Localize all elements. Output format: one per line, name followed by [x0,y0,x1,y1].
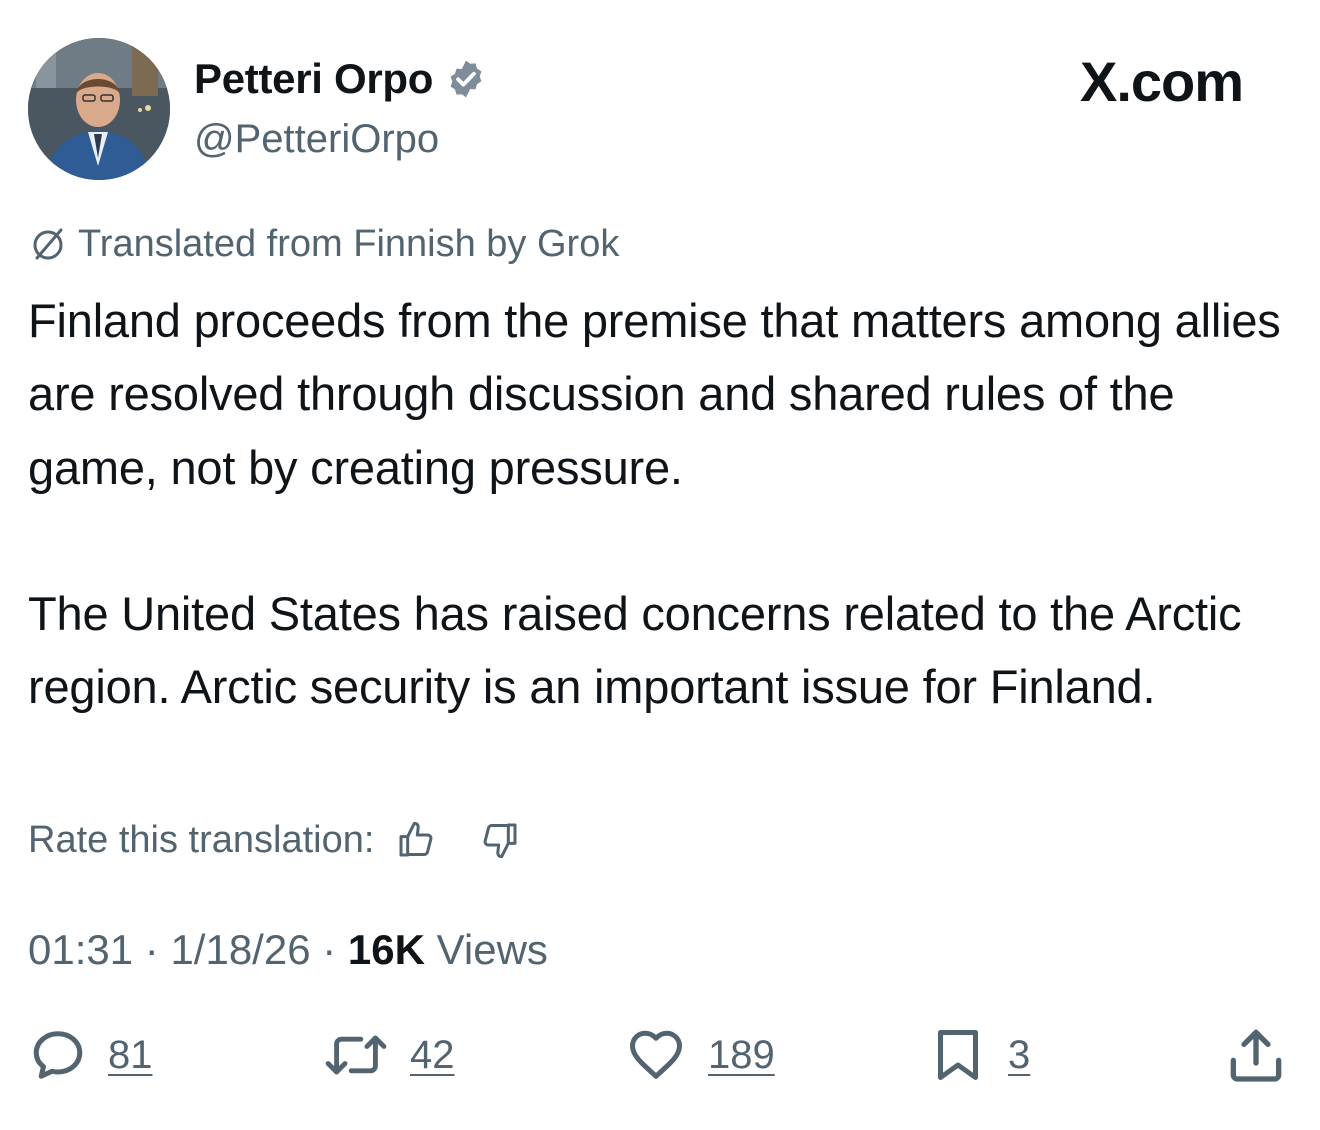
thumbs-down-icon [483,823,517,859]
post-text: Finland proceeds from the premise that m… [28,284,1288,724]
views-label: Views [436,926,548,973]
avatar-photo [28,38,170,180]
like-button[interactable]: 189 [624,1022,775,1088]
grok-icon [33,228,63,260]
bookmark-count[interactable]: 3 [1008,1030,1030,1080]
bookmark-icon [938,1030,978,1080]
like-icon [630,1030,682,1079]
user-handle[interactable]: @PetteriOrpo [194,114,439,164]
post-paragraph-1: Finland proceeds from the premise that m… [28,294,1294,494]
post-paragraph-2: The United States has raised concerns re… [28,587,1255,714]
views-count: 16K [347,926,425,973]
thumbs-up-icon [399,821,433,857]
thumbs-down-button[interactable] [478,818,522,862]
display-name[interactable]: Petteri Orpo [194,52,433,106]
rate-translation-row: Rate this translation: [28,812,522,868]
post-date[interactable]: 1/18/26 [170,926,310,973]
thumbs-up-button[interactable] [394,818,438,862]
bookmark-button[interactable]: 3 [928,1022,1030,1088]
display-name-row[interactable]: Petteri Orpo [194,52,487,106]
repost-icon [325,1035,387,1075]
translation-notice-text: Translated from Finnish by Grok [78,223,620,265]
rate-translation-label: Rate this translation: [28,819,375,861]
like-count[interactable]: 189 [708,1030,775,1080]
translation-notice: Translated from Finnish by Grok [28,220,619,268]
verified-badge-icon [450,60,482,98]
reply-button[interactable]: 81 [28,1022,153,1088]
share-icon [1230,1029,1282,1082]
meta-separator: · [133,926,171,973]
share-button[interactable] [1224,1022,1288,1088]
brand-logo: X.com [1080,50,1244,113]
avatar[interactable] [28,38,170,180]
reply-icon [33,1031,83,1079]
repost-count[interactable]: 42 [410,1030,455,1080]
repost-button[interactable]: 42 [322,1022,455,1088]
meta-separator: · [310,926,348,973]
post-time[interactable]: 01:31 [28,926,133,973]
reply-count[interactable]: 81 [108,1030,153,1080]
post-meta: 01:31 · 1/18/26 · 16K Views [28,922,548,978]
